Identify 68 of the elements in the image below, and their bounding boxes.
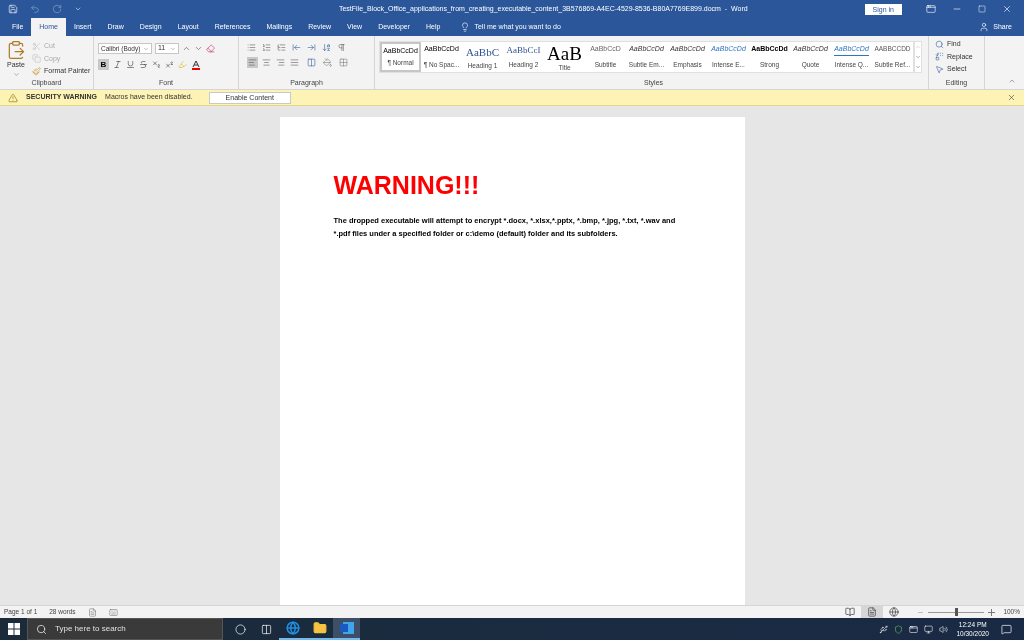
folder-icon[interactable] — [312, 621, 327, 635]
clipboard-action-icon — [32, 54, 41, 64]
eraser-icon[interactable] — [206, 44, 215, 53]
pilcrow-icon[interactable] — [337, 43, 346, 52]
tray-app-icon[interactable] — [909, 624, 919, 634]
clipboard-action-icon — [32, 41, 41, 51]
taskbar-app[interactable] — [333, 618, 360, 640]
task-view-icon[interactable] — [260, 623, 272, 635]
undo-icon[interactable] — [30, 4, 40, 14]
dropdown-icon — [170, 45, 176, 52]
align-icon[interactable] — [261, 57, 272, 68]
print-layout-icon — [867, 607, 878, 617]
clipboard-action-icon — [32, 66, 41, 76]
redo-icon[interactable] — [52, 4, 62, 14]
pointer-icon — [935, 64, 944, 74]
close-icon[interactable] — [1002, 4, 1012, 14]
save-icon[interactable] — [8, 4, 18, 14]
view-button[interactable] — [861, 606, 884, 618]
borders-icon[interactable] — [339, 58, 348, 67]
decrease-indent-icon[interactable] — [292, 43, 301, 52]
ribbon-display-icon[interactable] — [926, 4, 936, 14]
zoom-slider[interactable] — [928, 607, 985, 617]
paste-icon[interactable] — [6, 40, 26, 60]
cortana-icon[interactable] — [234, 623, 246, 635]
search-icon — [36, 623, 47, 635]
increase-indent-icon[interactable] — [307, 43, 316, 52]
align-icon[interactable] — [289, 57, 300, 68]
align-icon[interactable] — [275, 57, 286, 68]
subscript-icon[interactable] — [152, 60, 161, 69]
numbering-icon[interactable] — [262, 43, 271, 52]
dropdown-icon — [143, 45, 149, 52]
scroll-down-icon[interactable] — [915, 54, 921, 60]
grow-font-icon[interactable] — [182, 44, 191, 53]
sort-icon[interactable] — [322, 43, 331, 52]
shading-icon[interactable] — [323, 58, 332, 67]
notifications-icon[interactable] — [1001, 623, 1012, 635]
read-mode-icon — [845, 607, 856, 617]
document-heading: WARNING!!! — [333, 173, 481, 198]
search-icon — [935, 39, 944, 49]
volume-icon[interactable] — [939, 624, 949, 634]
close-icon[interactable] — [1007, 93, 1016, 102]
zoom-in-icon[interactable] — [988, 608, 996, 616]
more-styles-icon[interactable] — [915, 64, 921, 70]
superscript-icon[interactable] — [165, 60, 174, 69]
bold-button[interactable]: B — [98, 59, 109, 70]
windows-logo-icon[interactable] — [7, 623, 20, 635]
collapse-ribbon-icon[interactable] — [1008, 77, 1016, 85]
strikethrough-icon[interactable] — [139, 60, 148, 69]
taskbar-search-field[interactable]: Type here to search — [27, 618, 223, 640]
shrink-font-icon[interactable] — [194, 44, 203, 53]
lightbulb-icon[interactable] — [460, 22, 471, 32]
proofing-icon[interactable] — [87, 607, 97, 617]
shield-icon[interactable] — [894, 624, 904, 634]
replace-icon — [935, 52, 944, 62]
dropdown-icon[interactable] — [12, 70, 20, 78]
align-icon[interactable] — [247, 57, 258, 68]
italic-icon[interactable] — [113, 60, 122, 69]
bullets-icon[interactable] — [247, 43, 256, 52]
multilevel-list-icon[interactable] — [277, 43, 286, 52]
font-color-icon[interactable] — [191, 59, 201, 70]
document-app-icon[interactable] — [339, 622, 354, 634]
warning-icon — [8, 92, 18, 103]
maximize-icon[interactable] — [978, 5, 986, 13]
browser-icon[interactable] — [285, 621, 300, 635]
customize-icon[interactable] — [74, 5, 82, 13]
underline-icon[interactable] — [126, 60, 135, 69]
web-layout-icon — [889, 607, 900, 617]
person-icon[interactable] — [979, 22, 990, 32]
